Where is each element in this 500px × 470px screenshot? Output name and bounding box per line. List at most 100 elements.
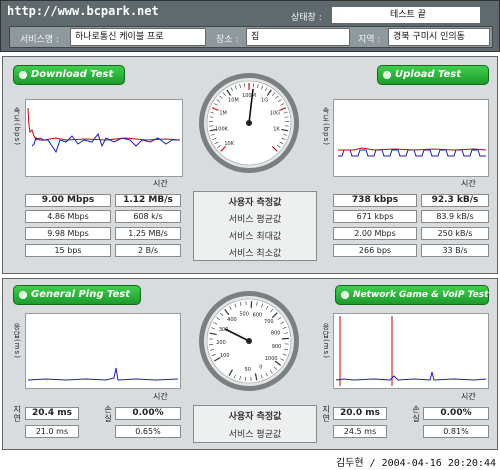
status-dot-icon [19, 291, 27, 299]
gauge-tick-label: 1M [219, 110, 227, 116]
region-field[interactable]: 경북 구미시 인의동 [388, 28, 490, 46]
ul-min-Bps: 33 B/s [421, 244, 489, 257]
dl-min-bps: 15 bps [25, 244, 111, 257]
game-graph-canvas [335, 316, 487, 386]
gauge-tick-label: 100 [220, 353, 230, 359]
gauge-tick-label: 1G [261, 98, 268, 104]
latency-gauge-dial: 100200300400500 6007008009001000050 [199, 291, 299, 391]
service-avg-label: 서비스 평균값 [228, 215, 282, 225]
status-dot-icon [383, 71, 391, 79]
ping-x-axis-label: 시간 [153, 392, 168, 401]
ping-graph [25, 313, 181, 389]
dl-avg-Bps: 608 k/s [115, 210, 181, 223]
dl-max-bps: 9.98 Mbps [25, 227, 111, 240]
download-test-button[interactable]: Download Test [13, 65, 125, 85]
game-user-delay: 20.0 ms [333, 407, 387, 420]
download-x-axis-label: 시간 [153, 179, 168, 188]
game-user-loss: 0.00% [423, 407, 489, 420]
game-x-axis-label: 시간 [461, 392, 476, 401]
header-bar: http://www.bcpark.net 상태창 : 테스트 끝 서비스명 :… [0, 0, 500, 52]
game-avg-delay: 24.5 ms [333, 425, 387, 438]
gauge-tick-label: 10K [224, 141, 234, 147]
gauge-tick-label: 500 [239, 311, 249, 317]
dl-user-Bps: 1.12 MB/s [115, 194, 181, 207]
upload-x-axis-label: 시간 [461, 179, 476, 188]
game-avg-loss: 0.81% [423, 425, 489, 438]
ping-series [27, 367, 179, 381]
ul-max-Bps: 250 kB/s [421, 227, 489, 240]
gauge-tick-label: 0 [259, 364, 262, 370]
user-measure-label-bottom: 사용자 측정값 [228, 412, 282, 422]
dl-avg-bps: 4.86 Mbps [25, 210, 111, 223]
game-loss-side-label: 손실 [412, 405, 420, 423]
ping-y-axis-label: 응답(ms) [13, 323, 21, 359]
ping-loss-side-label: 손실 [104, 405, 112, 423]
gauge-tick-label: 10M [228, 98, 239, 104]
service-label: 서비스명 : [20, 35, 60, 45]
service-avg-label-bottom: 서비스 평균값 [228, 430, 282, 440]
upload-graph [333, 99, 489, 177]
game-y-axis-label: 응답(ms) [322, 323, 330, 359]
gauge-tick-label: 700 [264, 319, 274, 325]
upload-series-blue [338, 149, 486, 157]
dl-max-Bps: 1.25 MB/s [115, 227, 181, 240]
gauge-tick-label: 100K [215, 126, 229, 132]
download-series-red [27, 107, 181, 141]
game-voip-test-button[interactable]: Network Game & VoIP Test [335, 285, 489, 305]
place-field[interactable]: 집 [246, 28, 350, 46]
ping-avg-loss: 0.65% [115, 425, 181, 438]
latency-panel: General Ping Test Network Game & VoIP Te… [2, 278, 498, 450]
gauge-tick-label: 1K [273, 126, 280, 132]
gauge-tick-label: 900 [272, 344, 282, 350]
ul-min-bps: 266 bps [333, 244, 417, 257]
download-graph-canvas [27, 107, 181, 154]
ping-test-label: General Ping Test [31, 289, 131, 300]
dl-min-Bps: 2 B/s [115, 244, 181, 257]
ul-avg-bps: 671 kbps [333, 210, 417, 223]
service-info-bar: 서비스명 : 하나로통신 케이블 프로 장소 : 집 지역 : 경북 구미시 인… [9, 26, 493, 48]
service-field[interactable]: 하나로통신 케이블 프로 [70, 28, 206, 46]
download-y-axis-label: 속도(bps) [13, 107, 21, 146]
ping-avg-delay: 21.0 ms [25, 425, 79, 438]
game-delay-side-label: 지연 [322, 405, 330, 423]
gauge-tick-label: 100M [242, 93, 256, 99]
place-label: 장소 : [216, 35, 239, 45]
download-graph [25, 99, 183, 177]
game-series [335, 371, 487, 381]
status-dot-icon [19, 71, 27, 79]
status-field: 테스트 끝 [331, 6, 481, 24]
status-dot-icon [341, 291, 349, 299]
game-graph [333, 313, 489, 389]
ul-user-Bps: 92.3 kB/s [421, 194, 489, 207]
gauge-tick-label: 800 [271, 331, 281, 337]
user-measure-label: 사용자 측정값 [228, 198, 282, 208]
status-label: 상태창 : [291, 13, 322, 23]
ping-test-button[interactable]: General Ping Test [13, 285, 141, 305]
ul-max-bps: 2.00 Mbps [333, 227, 417, 240]
gauge-tick-label: 50 [245, 367, 251, 373]
speed-gauge-dial: 10K 100K 1M10M100M 1G10G 1K [199, 73, 299, 173]
metric-labels-box-bottom: 사용자 측정값 서비스 평균값 [193, 405, 317, 443]
ping-graph-canvas [27, 367, 179, 381]
upload-test-button[interactable]: Upload Test [377, 65, 489, 85]
throughput-panel: Download Test Upload Test 속도(bps) 시간 속도(… [2, 56, 498, 274]
dl-user-bps: 9.00 Mbps [25, 194, 111, 207]
latency-gauge: 100 200 300 400 500 600 700 800 900 1000 0 50 [197, 289, 301, 393]
gauge-tick-label: 10G [270, 110, 280, 116]
game-voip-test-label: Network Game & VoIP Test [353, 290, 489, 300]
gauge-tick-label: 200 [216, 340, 226, 346]
upload-graph-canvas [338, 147, 487, 157]
region-label: 지역 : [358, 35, 381, 45]
download-series-blue [31, 132, 180, 154]
footer-signature: 김두현 / 2004-04-16 20:20:44 [335, 458, 496, 469]
upload-y-axis-label: 속도(bps) [322, 107, 330, 146]
service-min-label: 서비스 최소값 [228, 249, 282, 259]
speed-gauge: 10K 100K 1M 10M 100M 1G 10G 1K [197, 71, 301, 175]
ul-user-bps: 738 kbps [333, 194, 417, 207]
site-url[interactable]: http://www.bcpark.net [7, 4, 159, 18]
gauge-tick-label: 400 [227, 317, 237, 323]
ping-user-delay: 20.4 ms [25, 407, 79, 420]
ul-avg-Bps: 83.9 kB/s [421, 210, 489, 223]
upload-test-label: Upload Test [395, 69, 462, 80]
service-max-label: 서비스 최대값 [228, 232, 282, 242]
